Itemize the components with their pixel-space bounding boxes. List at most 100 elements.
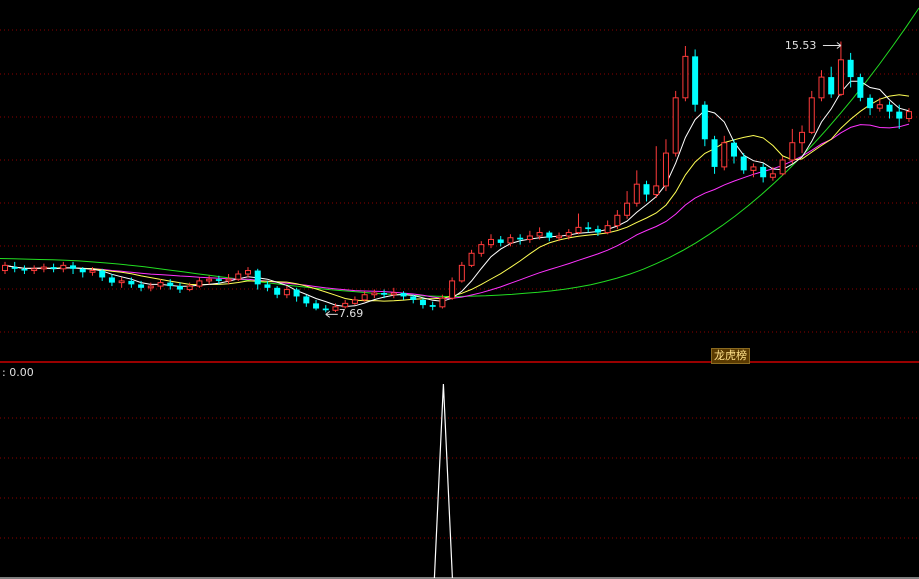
candle-body <box>215 279 222 281</box>
candle-body <box>847 59 854 78</box>
candle-body <box>633 183 640 204</box>
indicator-spike <box>433 383 453 579</box>
candle-body <box>526 235 533 240</box>
candle-body <box>50 267 57 269</box>
candle-body <box>274 287 281 295</box>
candle-body <box>565 232 572 237</box>
candle-body <box>400 293 407 297</box>
candle-body <box>293 289 300 297</box>
ma20-line <box>4 123 910 299</box>
candle-body <box>254 270 261 285</box>
candle-body <box>322 308 329 311</box>
candle-body <box>905 111 912 120</box>
candle-body <box>731 142 737 157</box>
candle-body <box>196 280 203 287</box>
candle-body <box>283 289 290 296</box>
event-badge[interactable]: 龙虎榜 <box>711 348 750 364</box>
candle-body <box>867 97 874 109</box>
candle-body <box>99 270 106 278</box>
candle-body <box>60 264 67 270</box>
candle-body <box>507 237 514 244</box>
candle-body <box>332 306 339 311</box>
candle-body <box>206 278 213 282</box>
candle-body <box>643 184 650 195</box>
candle-body <box>711 139 718 167</box>
candle-body <box>167 282 174 287</box>
candle-body <box>585 227 592 230</box>
candle-body <box>769 173 776 178</box>
candle-body <box>118 280 125 284</box>
candle-body <box>886 104 893 112</box>
candle-body <box>342 302 349 308</box>
candle-body <box>517 237 524 240</box>
moving-averages <box>0 7 919 308</box>
candle-body <box>653 185 660 196</box>
candle-body <box>624 202 631 216</box>
candle-body <box>245 270 251 275</box>
candle-body <box>351 299 358 304</box>
candle-body <box>361 294 368 301</box>
candle-body <box>488 238 494 246</box>
candle-body <box>478 244 485 254</box>
candle-body <box>818 76 825 99</box>
candle-body <box>604 225 611 234</box>
candle-body <box>779 159 786 175</box>
candle-body <box>614 214 621 227</box>
candle-body <box>876 104 883 109</box>
candle-body <box>594 229 601 233</box>
candle-body <box>31 268 38 272</box>
candle-body <box>147 285 154 289</box>
candle-body <box>672 97 679 154</box>
candle-body <box>429 305 436 307</box>
candle-body <box>662 152 669 187</box>
candle-body <box>682 55 689 99</box>
candle-body <box>89 270 96 273</box>
grid-lines <box>0 29 919 539</box>
candle-body <box>439 297 446 308</box>
candle-body <box>186 285 193 291</box>
candle-body <box>21 268 28 271</box>
candle-body <box>458 264 465 282</box>
candle-body <box>701 104 708 140</box>
candle-body <box>371 292 378 296</box>
candle-body <box>108 277 115 283</box>
candle-body <box>225 278 232 282</box>
high-price-label: 15.53 <box>784 38 817 52</box>
low-price-label: 7.69 <box>338 307 364 321</box>
candle-body <box>828 77 835 95</box>
candle-body <box>419 299 426 306</box>
candle-body <box>79 268 86 273</box>
candle-body <box>410 296 417 300</box>
candle-body <box>468 252 475 266</box>
candle-body <box>2 264 8 272</box>
candle-body <box>536 232 543 237</box>
candle-body <box>556 235 563 239</box>
candle-body <box>857 77 864 98</box>
candle-body <box>750 166 757 171</box>
candle-body <box>740 156 747 171</box>
candle-body <box>313 303 320 309</box>
kline-chart <box>0 7 919 579</box>
indicator-value-label: : 0.00 <box>2 366 34 379</box>
candle-body <box>157 282 164 287</box>
candle-body <box>128 280 135 285</box>
candle-body <box>789 142 796 161</box>
candle-body <box>11 267 18 269</box>
candle-body <box>40 266 47 270</box>
candle-body <box>546 232 553 238</box>
ma10-line <box>4 94 910 302</box>
candle-body <box>70 265 77 269</box>
candle-body <box>837 59 844 95</box>
candle-body <box>721 142 728 168</box>
candle-body <box>808 97 815 133</box>
candle-body <box>381 293 388 295</box>
candle-body <box>799 131 806 144</box>
candle-body <box>575 226 582 234</box>
candle-body <box>176 286 183 290</box>
candle-body <box>390 292 397 296</box>
indicator-panel <box>0 383 919 579</box>
ma60-line <box>0 7 919 297</box>
candlesticks <box>2 41 912 318</box>
ma5-line <box>4 80 910 308</box>
candle-body <box>449 280 456 299</box>
